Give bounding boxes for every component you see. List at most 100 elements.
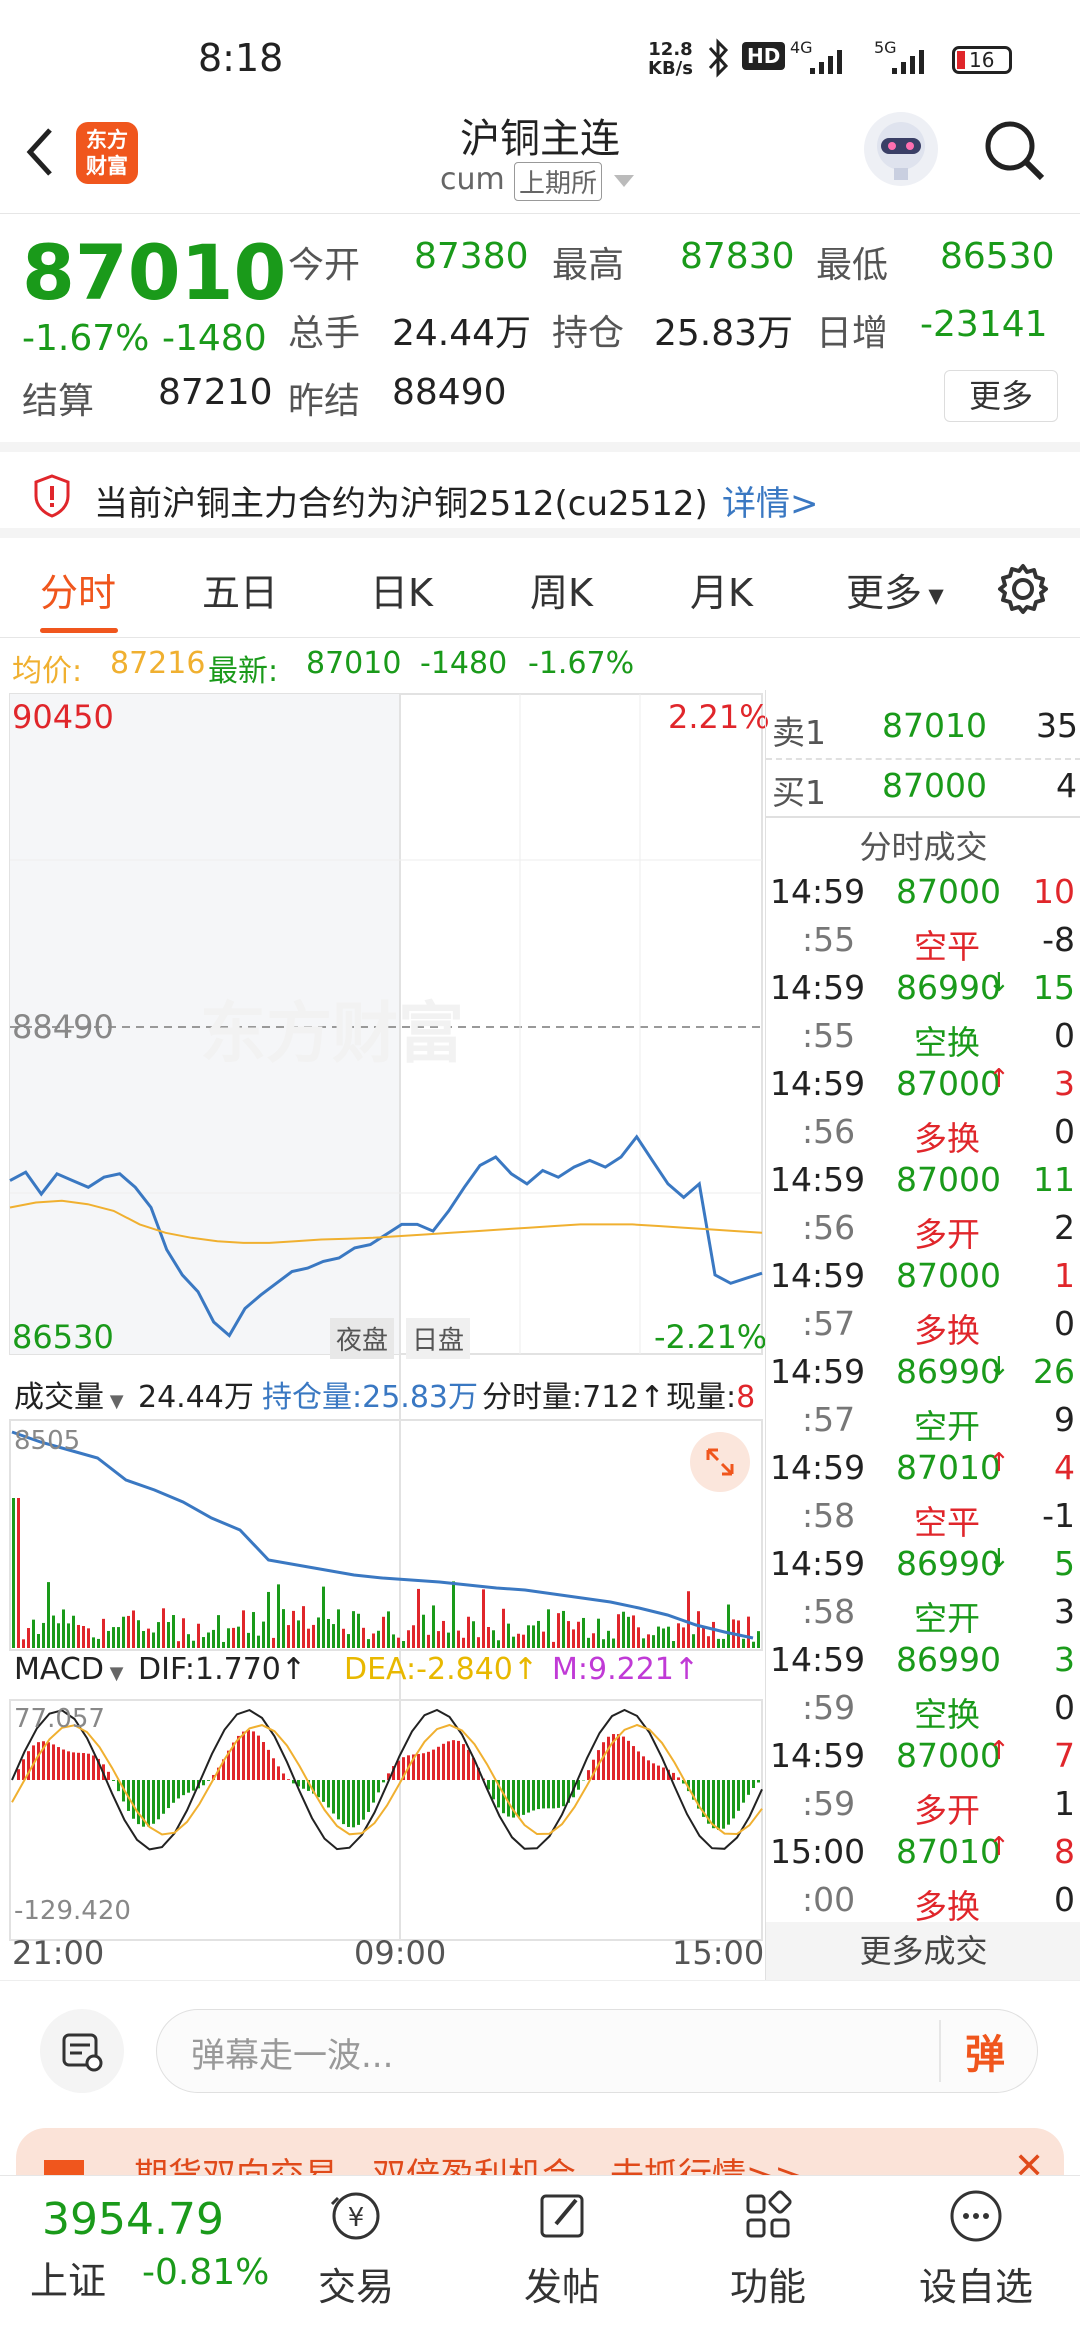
volume-bar — [327, 1618, 330, 1648]
chevron-down-icon[interactable] — [614, 174, 634, 193]
oi-change-label: 日增 — [816, 313, 889, 354]
volume-bar — [552, 1641, 555, 1648]
macd-indicator-select[interactable]: MACD ▼ — [14, 1652, 124, 1687]
signal-icon — [808, 46, 858, 80]
macd-bar — [427, 1751, 430, 1780]
volume-bar — [617, 1614, 620, 1648]
volume-bar — [227, 1628, 230, 1648]
trade-volume: 0 — [1054, 1688, 1075, 1727]
volume-bar — [307, 1628, 310, 1648]
tab-daily-k[interactable]: 日K — [370, 562, 433, 617]
trade-row: 14:59 86990 ↓ 5 — [766, 1540, 1080, 1588]
x-axis-end: 15:00 — [672, 1934, 765, 1972]
shield-alert-icon — [32, 474, 72, 522]
tab-weekly-k[interactable]: 周K — [530, 562, 593, 617]
day-session-label[interactable]: 日盘 — [406, 1318, 471, 1359]
macd-bar — [642, 1756, 645, 1780]
volume-bar — [147, 1628, 150, 1648]
volume-bar — [662, 1628, 665, 1648]
trade-row: :59 多开 1 — [766, 1780, 1080, 1830]
index-value[interactable]: 3954.79 — [42, 2194, 224, 2245]
volume-bar — [62, 1609, 65, 1648]
volume-bar — [107, 1630, 110, 1648]
quote-panel: 87010 -1.67% -1480 今开 87380 最高 87830 最低 … — [0, 214, 1080, 442]
gear-icon[interactable] — [996, 562, 1050, 620]
search-icon[interactable] — [982, 118, 1048, 188]
ask-price: 87010 — [882, 706, 987, 745]
settle-label: 结算 — [22, 381, 95, 422]
trade-row: :56 多开 2 — [766, 1204, 1080, 1254]
volume-bar — [17, 1498, 20, 1648]
volume-bar — [367, 1639, 370, 1648]
intraday-chart-area[interactable]: 90450 2.21% 88490 东方财富 86530 -2.21% 夜盘 日… — [0, 690, 770, 1980]
danmaku-input[interactable]: 弹幕走一波... 弹 — [156, 2009, 1038, 2093]
macd-bar — [187, 1780, 190, 1793]
macd-bar — [237, 1735, 240, 1780]
high-label: 最高 — [552, 245, 625, 286]
net-speed: 12.8 KB/s — [648, 39, 693, 79]
volume-bar — [517, 1633, 520, 1648]
index-pct[interactable]: -0.81% — [142, 2252, 269, 2293]
bid-volume: 4 — [1056, 766, 1077, 805]
volume-bar — [92, 1637, 95, 1648]
volume-bar — [377, 1630, 380, 1648]
last-price: 87010 — [22, 228, 287, 317]
macd-bar — [332, 1780, 335, 1814]
volume-bar — [67, 1623, 70, 1648]
tab-monthly-k[interactable]: 月K — [690, 562, 753, 617]
volume-bar — [132, 1610, 135, 1648]
more-quote-button[interactable]: 更多 — [944, 370, 1058, 422]
change-pct: -1.67% — [22, 318, 150, 359]
trade-price: 空开 — [914, 1407, 980, 1446]
battery-icon: 16 — [952, 46, 1012, 74]
macd-bar — [557, 1780, 560, 1808]
notice-detail-link[interactable]: 详情> — [722, 476, 819, 525]
volume-bar — [52, 1615, 55, 1648]
trade-volume: 26 — [1033, 1352, 1075, 1391]
nav-trade[interactable]: ¥ 交易 — [276, 2186, 436, 2311]
danmaku-send-button[interactable]: 弹 — [965, 2022, 1005, 2080]
macd-bar — [377, 1780, 380, 1793]
danmaku-placeholder: 弹幕走一波... — [191, 2036, 394, 2076]
trade-time: 14:59 — [770, 1256, 866, 1295]
oi-change-value: -23141 — [920, 304, 1048, 345]
volume-bar — [337, 1609, 340, 1648]
robot-assistant-icon[interactable] — [864, 112, 938, 186]
trade-volume: 0 — [1054, 1112, 1075, 1151]
macd-bar — [397, 1760, 400, 1780]
trade-time: 14:59 — [770, 1352, 866, 1391]
trade-row: :55 空平 -8 — [766, 916, 1080, 966]
tab-intraday[interactable]: 分时 — [40, 562, 116, 617]
trade-price: 多开 — [914, 1215, 980, 1254]
tab-more[interactable]: 更多 ▼ — [846, 562, 944, 617]
trade-arrow: ↓ — [988, 1352, 1010, 1382]
macd-bar — [362, 1780, 365, 1820]
trade-price: 87000 — [896, 1256, 1001, 1295]
nav-watchlist[interactable]: 设自选 — [896, 2186, 1056, 2311]
index-name[interactable]: 上证 — [30, 2250, 106, 2305]
macd-bar — [22, 1759, 25, 1780]
expand-icon[interactable] — [690, 1432, 750, 1492]
nav-functions[interactable]: 功能 — [688, 2186, 848, 2311]
volume-bar — [152, 1632, 155, 1648]
pct-axis-low: -2.21% — [654, 1318, 768, 1356]
main-contract-notice[interactable]: 当前沪铜主力合约为沪铜2512(cu2512) 详情> — [0, 442, 1080, 538]
trade-time: :56 — [802, 1208, 856, 1247]
macd-min-label: -129.420 — [14, 1896, 131, 1926]
volume-bar — [217, 1615, 220, 1648]
danmaku-settings-icon[interactable] — [40, 2009, 124, 2093]
volume-indicator-select[interactable]: 成交量 ▼ — [14, 1372, 124, 1416]
volume-bar — [637, 1627, 640, 1648]
volume-bar — [707, 1636, 710, 1648]
volume-bar — [37, 1634, 40, 1648]
volume-bar — [412, 1625, 415, 1648]
volume-bars-group — [12, 1498, 760, 1648]
tab-five-day[interactable]: 五日 — [202, 562, 278, 617]
night-session-label[interactable]: 夜盘 — [330, 1318, 395, 1359]
volume-bar — [682, 1627, 685, 1648]
trade-icon: ¥ — [330, 2192, 380, 2240]
nav-post[interactable]: 发帖 — [482, 2186, 642, 2311]
more-trades-button[interactable]: 更多成交 — [766, 1922, 1080, 1980]
macd-bar — [337, 1780, 340, 1820]
trade-time: :56 — [802, 1112, 856, 1151]
